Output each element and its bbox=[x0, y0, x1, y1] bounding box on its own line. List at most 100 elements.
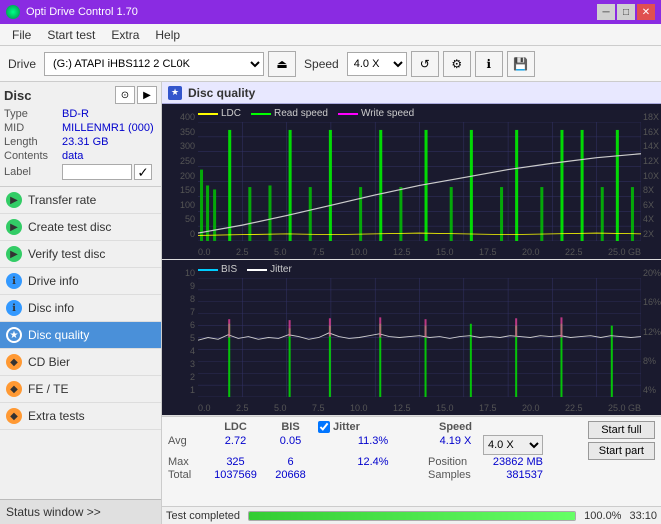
chart2-svg bbox=[198, 278, 641, 397]
disc-quality-label: Disc quality bbox=[28, 328, 89, 342]
mid-row: MID MILLENMR1 (000) bbox=[4, 122, 157, 134]
disc-quality-title: Disc quality bbox=[188, 86, 255, 100]
nav-items: ▶ Transfer rate ▶ Create test disc ▶ Ver… bbox=[0, 187, 161, 499]
speed-select[interactable]: 4.0 X bbox=[347, 52, 407, 76]
status-window-button[interactable]: Status window >> bbox=[0, 499, 161, 524]
disc-info-label: Disc info bbox=[28, 301, 74, 315]
drive-select[interactable]: (G:) ATAPI iHBS112 2 CL0K bbox=[44, 52, 264, 76]
max-jitter: 12.4% bbox=[318, 456, 428, 468]
menu-bar: File Start test Extra Help bbox=[0, 24, 661, 46]
mid-label: MID bbox=[4, 122, 62, 134]
disc-icon-btn-1[interactable]: ⊙ bbox=[115, 86, 135, 104]
info-button[interactable]: ℹ bbox=[475, 51, 503, 77]
ldc-legend-label: LDC bbox=[221, 108, 241, 119]
eject-button[interactable]: ⏏ bbox=[268, 51, 296, 77]
stats-panel: LDC BIS Jitter Speed Avg 2.72 0.05 bbox=[162, 416, 661, 506]
chart1-svg bbox=[198, 122, 641, 241]
stats-header-row: LDC BIS Jitter Speed bbox=[168, 421, 582, 433]
contents-value: data bbox=[62, 150, 157, 162]
stats-table: LDC BIS Jitter Speed Avg 2.72 0.05 bbox=[168, 421, 582, 481]
disc-quality-icon: ★ bbox=[6, 327, 22, 343]
bis-legend: BIS bbox=[198, 264, 237, 275]
bis-chart: BIS Jitter 10 9 8 7 6 5 4 3 bbox=[162, 260, 661, 416]
save-button[interactable]: 💾 bbox=[507, 51, 535, 77]
chart2-y-left: 10 9 8 7 6 5 4 3 2 1 bbox=[162, 268, 198, 395]
mid-value: MILLENMR1 (000) bbox=[62, 122, 157, 134]
progress-time: 33:10 bbox=[629, 510, 657, 522]
ldc-dot bbox=[198, 113, 218, 115]
type-row: Type BD-R bbox=[4, 108, 157, 120]
drive-info-label: Drive info bbox=[28, 274, 79, 288]
progress-section: Test completed 100.0% 33:10 bbox=[162, 506, 661, 524]
sidebar-item-transfer-rate[interactable]: ▶ Transfer rate bbox=[0, 187, 161, 214]
label-input[interactable] bbox=[62, 164, 132, 180]
refresh-button[interactable]: ↺ bbox=[411, 51, 439, 77]
create-test-label: Create test disc bbox=[28, 220, 111, 234]
toolbar: Drive (G:) ATAPI iHBS112 2 CL0K ⏏ Speed … bbox=[0, 46, 661, 82]
max-label: Max bbox=[168, 456, 208, 468]
sidebar-item-verify-test[interactable]: ▶ Verify test disc bbox=[0, 241, 161, 268]
ldc-chart: LDC Read speed Write speed 400 350 30 bbox=[162, 104, 661, 260]
start-buttons: Start full Start part bbox=[588, 421, 655, 460]
disc-icon-btn-2[interactable]: ▶ bbox=[137, 86, 157, 104]
menu-start-test[interactable]: Start test bbox=[39, 26, 103, 44]
read-legend-label: Read speed bbox=[274, 108, 328, 119]
cd-bier-label: CD Bier bbox=[28, 355, 70, 369]
jitter-checkbox[interactable] bbox=[318, 421, 330, 433]
read-dot bbox=[251, 113, 271, 115]
chart2-legend: BIS Jitter bbox=[198, 264, 292, 275]
charts-area: LDC Read speed Write speed 400 350 30 bbox=[162, 104, 661, 416]
verify-test-label: Verify test disc bbox=[28, 247, 105, 261]
start-part-button[interactable]: Start part bbox=[588, 442, 655, 460]
total-bis: 20668 bbox=[263, 469, 318, 481]
sidebar-item-cd-bier[interactable]: ◆ CD Bier bbox=[0, 349, 161, 376]
create-test-icon: ▶ bbox=[6, 219, 22, 235]
samples-value: 381537 bbox=[483, 469, 543, 481]
chart1-y-left: 400 350 300 250 200 150 100 50 0 bbox=[162, 112, 198, 239]
total-row: Total 1037569 20668 Samples 381537 bbox=[168, 469, 582, 481]
minimize-button[interactable]: ─ bbox=[597, 4, 615, 20]
progress-status: Test completed bbox=[166, 510, 240, 522]
drive-label: Drive bbox=[4, 57, 40, 71]
sidebar-item-disc-info[interactable]: ℹ Disc info bbox=[0, 295, 161, 322]
close-button[interactable]: ✕ bbox=[637, 4, 655, 20]
disc-label-key: Label bbox=[4, 166, 62, 178]
menu-file[interactable]: File bbox=[4, 26, 39, 44]
max-row: Max 325 6 12.4% Position 23862 MB bbox=[168, 456, 582, 468]
jitter-legend-label: Jitter bbox=[270, 264, 292, 275]
window-controls: ─ □ ✕ bbox=[597, 4, 655, 20]
start-full-button[interactable]: Start full bbox=[588, 421, 655, 439]
type-label: Type bbox=[4, 108, 62, 120]
chart1-y-right: 18X 16X 14X 12X 10X 8X 6X 4X 2X bbox=[641, 112, 661, 239]
transfer-rate-icon: ▶ bbox=[6, 192, 22, 208]
sidebar-item-create-test[interactable]: ▶ Create test disc bbox=[0, 214, 161, 241]
speed-select-stats[interactable]: 4.0 X bbox=[483, 435, 543, 455]
sidebar-item-disc-quality[interactable]: ★ Disc quality bbox=[0, 322, 161, 349]
label-confirm-button[interactable]: ✓ bbox=[134, 164, 152, 180]
sidebar-item-drive-info[interactable]: ℹ Drive info bbox=[0, 268, 161, 295]
speed-label: Speed bbox=[300, 57, 343, 71]
sidebar-item-extra-tests[interactable]: ◆ Extra tests bbox=[0, 403, 161, 430]
verify-test-icon: ▶ bbox=[6, 246, 22, 262]
ldc-col-header: LDC bbox=[208, 421, 263, 433]
menu-help[interactable]: Help bbox=[147, 26, 188, 44]
write-dot bbox=[338, 113, 358, 115]
menu-extra[interactable]: Extra bbox=[103, 26, 147, 44]
jitter-legend: Jitter bbox=[247, 264, 292, 275]
title-bar: Opti Drive Control 1.70 ─ □ ✕ bbox=[0, 0, 661, 24]
disc-info-icon: ℹ bbox=[6, 300, 22, 316]
chart1-legend: LDC Read speed Write speed bbox=[198, 108, 414, 119]
avg-row: Avg 2.72 0.05 11.3% 4.19 X 4.0 X bbox=[168, 435, 582, 455]
max-ldc: 325 bbox=[208, 456, 263, 468]
sidebar-item-fe-te[interactable]: ◆ FE / TE bbox=[0, 376, 161, 403]
length-value: 23.31 GB bbox=[62, 136, 157, 148]
fe-te-icon: ◆ bbox=[6, 381, 22, 397]
position-label: Position bbox=[428, 456, 483, 468]
sidebar: Disc ⊙ ▶ Type BD-R MID MILLENMR1 (000) L… bbox=[0, 82, 162, 524]
chart2-x-axis: 0.0 2.5 5.0 7.5 10.0 12.5 15.0 17.5 20.0… bbox=[198, 403, 641, 413]
length-label: Length bbox=[4, 136, 62, 148]
settings-button[interactable]: ⚙ bbox=[443, 51, 471, 77]
label-row: Label ✓ bbox=[4, 164, 157, 180]
extra-tests-label: Extra tests bbox=[28, 409, 85, 423]
maximize-button[interactable]: □ bbox=[617, 4, 635, 20]
